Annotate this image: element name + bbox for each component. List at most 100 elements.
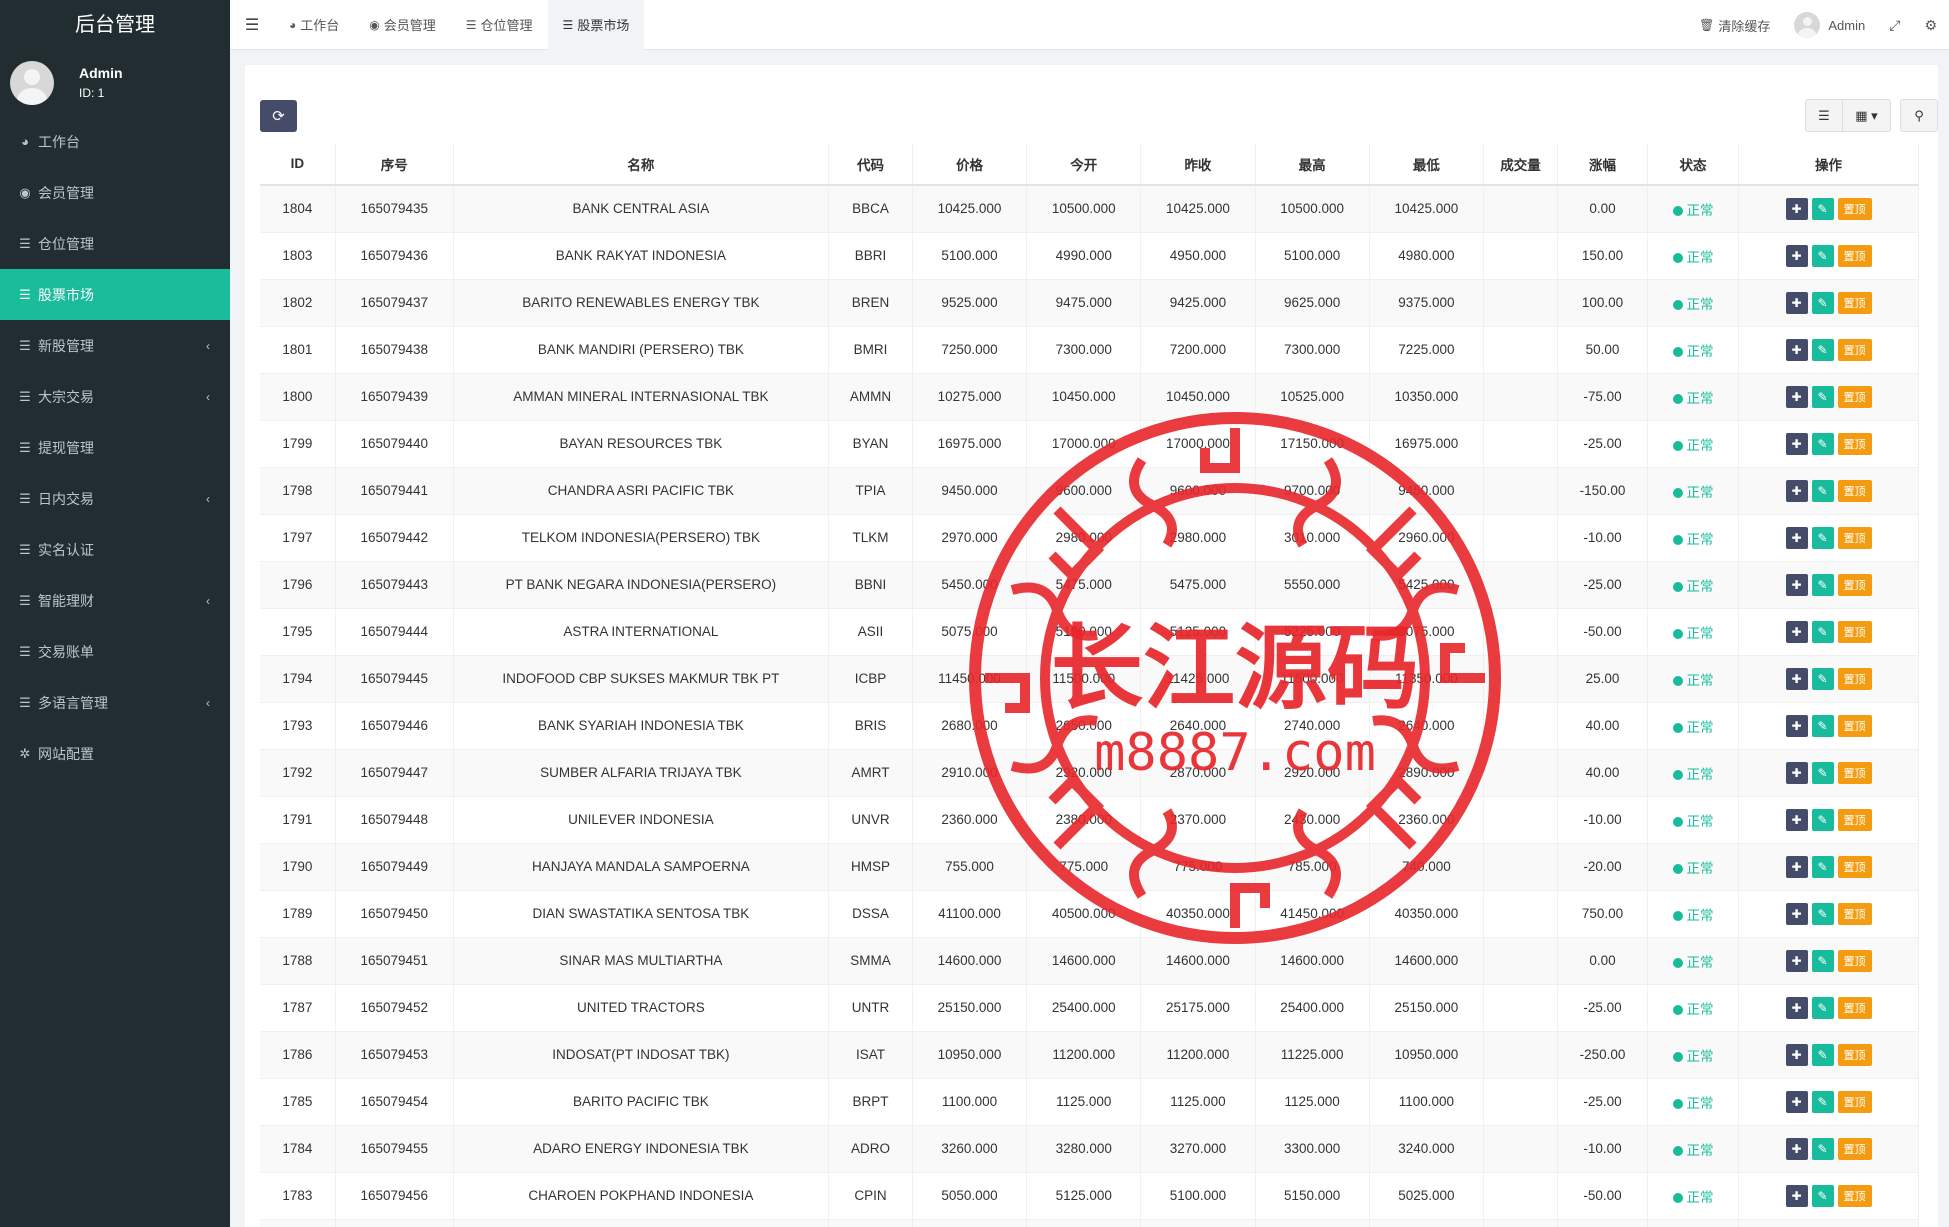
table-row[interactable]: 1790 165079449 HANJAYA MANDALA SAMPOERNA HM… [260, 843, 1919, 891]
column-header[interactable]: 状态 [1647, 143, 1740, 186]
edit-button[interactable]: ✎ [1811, 526, 1834, 549]
column-header[interactable]: 序号 [335, 143, 454, 186]
pin-top-button[interactable]: 置顶 [1837, 808, 1872, 831]
toggle-view-button[interactable]: ☰ [1805, 99, 1843, 132]
table-row[interactable]: 1798 165079441 CHANDRA ASRI PACIFIC TBK TPI… [260, 467, 1919, 515]
table-row[interactable]: 1797 165079442 TELKOM INDONESIA(PERSERO) T… [260, 514, 1919, 562]
sidebar-item-9[interactable]: ☰ 智能理财 ‹ [0, 575, 230, 626]
edit-button[interactable]: ✎ [1811, 761, 1834, 784]
drag-move-button[interactable]: ✚ [1785, 385, 1808, 408]
tab-0[interactable]: ◕ 工作台 [274, 0, 354, 50]
drag-move-button[interactable]: ✚ [1785, 1184, 1808, 1207]
admin-user-menu[interactable]: Admin [1782, 12, 1877, 38]
drag-move-button[interactable]: ✚ [1785, 1137, 1808, 1160]
sidebar-item-11[interactable]: ☰ 多语言管理 ‹ [0, 677, 230, 728]
drag-move-button[interactable]: ✚ [1785, 855, 1808, 878]
tab-3[interactable]: ☰ 股票市场 [547, 0, 645, 50]
pin-top-button[interactable]: 置顶 [1837, 620, 1872, 643]
drag-move-button[interactable]: ✚ [1785, 244, 1808, 267]
sidebar-item-4[interactable]: ☰ 新股管理 ‹ [0, 320, 230, 371]
brand-title[interactable]: 后台管理 [0, 0, 230, 50]
edit-button[interactable]: ✎ [1811, 244, 1834, 267]
drag-move-button[interactable]: ✚ [1785, 996, 1808, 1019]
edit-button[interactable]: ✎ [1811, 808, 1834, 831]
drag-move-button[interactable]: ✚ [1785, 432, 1808, 455]
drag-move-button[interactable]: ✚ [1785, 620, 1808, 643]
edit-button[interactable]: ✎ [1811, 1137, 1834, 1160]
column-header[interactable]: 成交量 [1483, 143, 1559, 186]
table-row[interactable]: 1787 165079452 UNITED TRACTORS UNTR 25150.00… [260, 984, 1919, 1032]
edit-button[interactable]: ✎ [1811, 1043, 1834, 1066]
refresh-button[interactable]: ⟳ [260, 100, 297, 132]
column-header[interactable]: 价格 [912, 143, 1028, 186]
sidebar-item-1[interactable]: ◉ 会员管理 [0, 167, 230, 218]
settings-icon[interactable]: ⚙ [1912, 17, 1949, 34]
edit-button[interactable]: ✎ [1811, 385, 1834, 408]
pin-top-button[interactable]: 置顶 [1837, 949, 1872, 972]
table-row[interactable]: 1783 165079456 CHAROEN POKPHAND INDONESIA C… [260, 1172, 1919, 1220]
drag-move-button[interactable]: ✚ [1785, 1043, 1808, 1066]
column-header[interactable]: 名称 [453, 143, 830, 186]
column-header[interactable]: 代码 [828, 143, 913, 186]
sidebar-item-5[interactable]: ☰ 大宗交易 ‹ [0, 371, 230, 422]
edit-button[interactable]: ✎ [1811, 1184, 1834, 1207]
sidebar-item-10[interactable]: ☰ 交易账单 [0, 626, 230, 677]
drag-move-button[interactable]: ✚ [1785, 808, 1808, 831]
table-row[interactable]: 1791 165079448 UNILEVER INDONESIA UNVR 2360.… [260, 796, 1919, 844]
columns-dropdown-button[interactable]: ▦ ▾ [1843, 99, 1891, 132]
table-row[interactable]: 1804 165079435 BANK CENTRAL ASIA BBCA 10425.… [260, 185, 1919, 233]
pin-top-button[interactable]: 置顶 [1837, 385, 1872, 408]
pin-top-button[interactable]: 置顶 [1837, 526, 1872, 549]
pin-top-button[interactable]: 置顶 [1837, 338, 1872, 361]
column-header[interactable]: 操作 [1738, 143, 1919, 186]
sidebar-item-2[interactable]: ☰ 仓位管理 [0, 218, 230, 269]
table-row[interactable]: 1803 165079436 BANK RAKYAT INDONESIA BBRI 51… [260, 232, 1919, 280]
pin-top-button[interactable]: 置顶 [1837, 244, 1872, 267]
edit-button[interactable]: ✎ [1811, 996, 1834, 1019]
tab-1[interactable]: ◉ 会员管理 [354, 0, 451, 50]
drag-move-button[interactable]: ✚ [1785, 667, 1808, 690]
pin-top-button[interactable]: 置顶 [1837, 1043, 1872, 1066]
edit-button[interactable]: ✎ [1811, 949, 1834, 972]
drag-move-button[interactable]: ✚ [1785, 949, 1808, 972]
pin-top-button[interactable]: 置顶 [1837, 996, 1872, 1019]
pin-top-button[interactable]: 置顶 [1837, 1137, 1872, 1160]
drag-move-button[interactable]: ✚ [1785, 573, 1808, 596]
sidebar-item-0[interactable]: ◕ 工作台 [0, 116, 230, 167]
search-button[interactable]: ⚲ [1900, 99, 1938, 132]
edit-button[interactable]: ✎ [1811, 197, 1834, 220]
drag-move-button[interactable]: ✚ [1785, 1090, 1808, 1113]
edit-button[interactable]: ✎ [1811, 1090, 1834, 1113]
pin-top-button[interactable]: 置顶 [1837, 667, 1872, 690]
table-row[interactable]: 1793 165079446 BANK SYARIAH INDONESIA TBK B… [260, 702, 1919, 750]
edit-button[interactable]: ✎ [1811, 714, 1834, 737]
drag-move-button[interactable]: ✚ [1785, 902, 1808, 925]
pin-top-button[interactable]: 置顶 [1837, 1184, 1872, 1207]
edit-button[interactable]: ✎ [1811, 667, 1834, 690]
pin-top-button[interactable]: 置顶 [1837, 902, 1872, 925]
pin-top-button[interactable]: 置顶 [1837, 714, 1872, 737]
drag-move-button[interactable]: ✚ [1785, 291, 1808, 314]
sidebar-item-12[interactable]: ✲ 网站配置 [0, 728, 230, 779]
table-row[interactable]: 1786 165079453 INDOSAT(PT INDOSAT TBK) ISAT… [260, 1031, 1919, 1079]
drag-move-button[interactable]: ✚ [1785, 338, 1808, 361]
edit-button[interactable]: ✎ [1811, 291, 1834, 314]
column-header[interactable]: ID [260, 143, 336, 186]
pin-top-button[interactable]: 置顶 [1837, 855, 1872, 878]
pin-top-button[interactable]: 置顶 [1837, 432, 1872, 455]
table-row[interactable]: 1796 165079443 PT BANK NEGARA INDONESIA(PE… [260, 561, 1919, 609]
table-row[interactable]: 1784 165079455 ADARO ENERGY INDONESIA TBK A… [260, 1125, 1919, 1173]
column-header[interactable]: 涨幅 [1557, 143, 1648, 186]
table-row[interactable]: 1792 165079447 SUMBER ALFARIA TRIJAYA TBK A… [260, 749, 1919, 797]
edit-button[interactable]: ✎ [1811, 432, 1834, 455]
drag-move-button[interactable]: ✚ [1785, 197, 1808, 220]
table-row[interactable]: 1782165079457 [260, 1219, 1919, 1227]
table-row[interactable]: 1794 165079445 INDOFOOD CBP SUKSES MAKMUR … [260, 655, 1919, 703]
edit-button[interactable]: ✎ [1811, 620, 1834, 643]
edit-button[interactable]: ✎ [1811, 479, 1834, 502]
column-header[interactable]: 最高 [1255, 143, 1370, 186]
sidebar-item-8[interactable]: ☰ 实名认证 [0, 524, 230, 575]
column-header[interactable]: 最低 [1369, 143, 1484, 186]
fullscreen-icon[interactable]: ⤢ [1877, 17, 1912, 34]
table-row[interactable]: 1795 165079444 ASTRA INTERNATIONAL ASII 5075… [260, 608, 1919, 656]
